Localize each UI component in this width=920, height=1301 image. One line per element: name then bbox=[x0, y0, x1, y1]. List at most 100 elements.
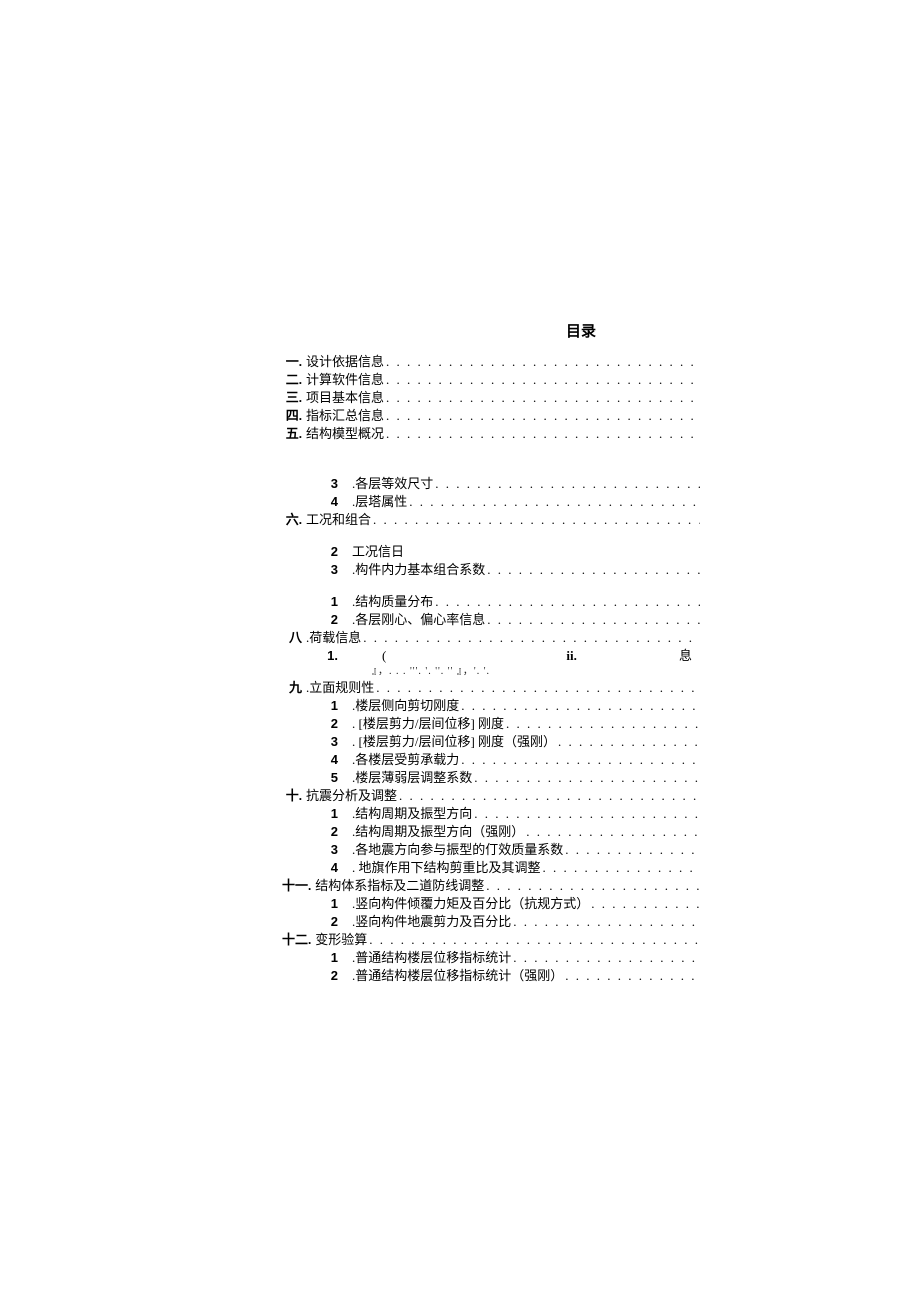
sub-label: .竖向构件倾覆力矩及百分比（抗规方式） bbox=[352, 895, 589, 913]
section-number: 六. bbox=[282, 511, 302, 529]
sub-number: 4 bbox=[300, 751, 338, 769]
toc-subentry: 4 . 地旗作用下结构剪重比及其调整 bbox=[282, 859, 700, 877]
fragment-text: 息 bbox=[679, 647, 692, 665]
toc-entry: 六. 工况和组合 bbox=[282, 511, 700, 529]
toc-title: 目录 bbox=[462, 320, 700, 341]
sub-label: 工况信日 bbox=[352, 543, 404, 561]
fragment-text: ( bbox=[382, 647, 386, 665]
toc-subentry: 2 工况信日 bbox=[282, 543, 700, 561]
toc-subentry: 3 . [楼层剪力/层间位移] 刚度（强刚） bbox=[282, 733, 700, 751]
section-label: 结构模型概况 bbox=[306, 425, 384, 443]
toc-subentry: 1 .楼层侧向剪切刚度 bbox=[282, 697, 700, 715]
leader-dots bbox=[506, 715, 700, 733]
toc-subentry: 2 .普通结构楼层位移指标统计（强刚） bbox=[282, 967, 700, 985]
toc-entry: 五. 结构模型概况 bbox=[282, 425, 700, 443]
section-number: 十一. bbox=[282, 877, 311, 895]
toc-subentry: 2 .各层刚心、偏心率信息 bbox=[282, 611, 700, 629]
leader-dots bbox=[526, 823, 700, 841]
sub-number: 5 bbox=[300, 769, 338, 787]
toc-subentry: 3 .各层等效尺寸 bbox=[282, 475, 700, 493]
leader-dots bbox=[435, 593, 700, 611]
sub-number: 1 bbox=[300, 593, 338, 611]
leader-dots bbox=[373, 511, 700, 529]
leader-dots bbox=[565, 841, 700, 859]
sub-number: 2 bbox=[300, 715, 338, 733]
toc-entry: 十一. 结构体系指标及二道防线调整 bbox=[282, 877, 700, 895]
leader-dots bbox=[474, 805, 700, 823]
sub-number: 3 bbox=[300, 561, 338, 579]
toc-entry: 二. 计算软件信息 bbox=[282, 371, 700, 389]
toc-subentry: 2 .竖向构件地震剪力及百分比 bbox=[282, 913, 700, 931]
sub-label: .结构质量分布 bbox=[352, 593, 433, 611]
section-label: 项目基本信息 bbox=[306, 389, 384, 407]
toc-subentry: 2 .结构周期及振型方向（强刚） bbox=[282, 823, 700, 841]
section-number: 八 bbox=[282, 629, 302, 647]
section-label: 抗震分析及调整 bbox=[306, 787, 397, 805]
leader-dots bbox=[474, 769, 700, 787]
toc-subentry: 1 .结构质量分布 bbox=[282, 593, 700, 611]
leader-dots bbox=[513, 949, 700, 967]
toc-subentry: 1 .结构周期及振型方向 bbox=[282, 805, 700, 823]
leader-dots bbox=[435, 475, 700, 493]
section-number: 十. bbox=[282, 787, 302, 805]
sub-label: .楼层侧向剪切刚度 bbox=[352, 697, 459, 715]
sub-label: .普通结构楼层位移指标统计（强刚） bbox=[352, 967, 563, 985]
section-number: 九 bbox=[282, 679, 302, 697]
toc-entry: 四. 指标汇总信息 bbox=[282, 407, 700, 425]
leader-dots bbox=[565, 967, 700, 985]
leader-dots bbox=[369, 931, 700, 949]
sub-label: .各层刚心、偏心率信息 bbox=[352, 611, 485, 629]
section-number: 四. bbox=[282, 407, 302, 425]
section-label: .立面规则性 bbox=[306, 679, 374, 697]
toc-subentry: 5 .楼层薄弱层调整系数 bbox=[282, 769, 700, 787]
section-number: 一. bbox=[282, 353, 302, 371]
sub-number: 1. bbox=[300, 647, 338, 665]
sub-label: .各层等效尺寸 bbox=[352, 475, 433, 493]
sub-label: .各地震方向参与振型的仃效质量系数 bbox=[352, 841, 563, 859]
toc-entry: 三. 项目基本信息 bbox=[282, 389, 700, 407]
sub-number: 4 bbox=[300, 859, 338, 877]
sub-label: .楼层薄弱层调整系数 bbox=[352, 769, 472, 787]
section-label: 计算软件信息 bbox=[306, 371, 384, 389]
sub-number: 3 bbox=[300, 841, 338, 859]
document-page: 目录 一. 设计依据信息 二. 计算软件信息 三. 项目基本信息 四. 指标汇总… bbox=[0, 0, 920, 1301]
leader-dots bbox=[409, 493, 700, 511]
leader-dots bbox=[513, 913, 700, 931]
sub-number: 2 bbox=[300, 913, 338, 931]
leader-dots bbox=[386, 371, 700, 389]
leader-dots bbox=[461, 751, 700, 769]
section-label: .荷载信息 bbox=[306, 629, 361, 647]
sub-label: . [楼层剪力/层间位移] 刚度（强刚） bbox=[352, 733, 556, 751]
spacer bbox=[282, 579, 700, 593]
toc-subentry: 4 .层塔属性 bbox=[282, 493, 700, 511]
sub-label: . [楼层剪力/层间位移] 刚度 bbox=[352, 715, 504, 733]
toc-entry: 八 .荷载信息 bbox=[282, 629, 700, 647]
sub-number: 3 bbox=[300, 733, 338, 751]
fragment-text: 』，. . . '''. '. ''. '' 』，'. '. bbox=[372, 665, 700, 679]
section-label: 结构体系指标及二道防线调整 bbox=[315, 877, 484, 895]
leader-dots bbox=[461, 697, 700, 715]
leader-dots bbox=[558, 733, 700, 751]
section-number: 二. bbox=[282, 371, 302, 389]
sub-number: 1 bbox=[300, 949, 338, 967]
section-label: 设计依据信息 bbox=[306, 353, 384, 371]
leader-dots bbox=[487, 561, 700, 579]
leader-dots bbox=[363, 629, 700, 647]
sub-number: 2 bbox=[300, 543, 338, 561]
sub-number: 4 bbox=[300, 493, 338, 511]
toc-entry: 十二. 变形验算 bbox=[282, 931, 700, 949]
toc-subentry: 2 . [楼层剪力/层间位移] 刚度 bbox=[282, 715, 700, 733]
toc-entry: 一. 设计依据信息 bbox=[282, 353, 700, 371]
sub-label: . 地旗作用下结构剪重比及其调整 bbox=[352, 859, 541, 877]
sub-number: 3 bbox=[300, 475, 338, 493]
sub-label: .构件内力基本组合系数 bbox=[352, 561, 485, 579]
section-label: 工况和组合 bbox=[306, 511, 371, 529]
sub-number: 1 bbox=[300, 805, 338, 823]
section-number: 十二. bbox=[282, 931, 311, 949]
toc-entry: 九 .立面规则性 bbox=[282, 679, 700, 697]
section-label: 变形验算 bbox=[315, 931, 367, 949]
leader-dots bbox=[399, 787, 700, 805]
sub-number: 1 bbox=[300, 895, 338, 913]
leader-dots bbox=[386, 353, 700, 371]
spacer bbox=[282, 529, 700, 543]
